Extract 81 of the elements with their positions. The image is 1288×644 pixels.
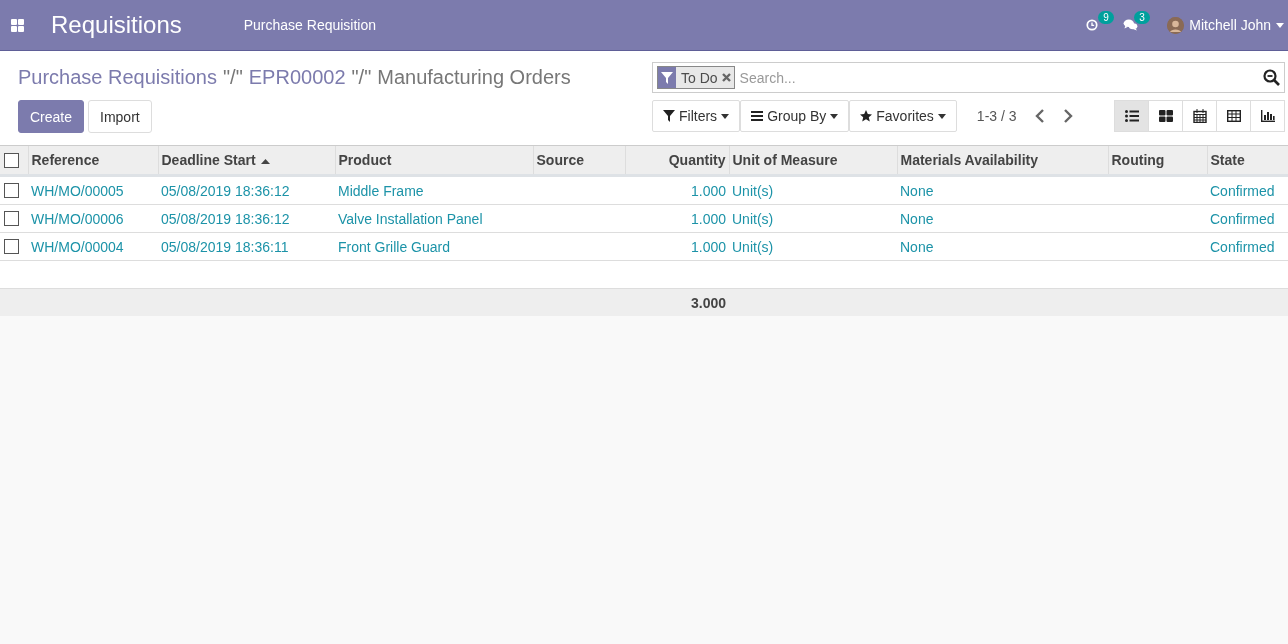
total-cell: 3.000 bbox=[625, 288, 729, 316]
table-cell: 05/08/2019 18:36:11 bbox=[158, 232, 335, 261]
list-view-button[interactable] bbox=[1114, 100, 1149, 132]
bar-chart-icon bbox=[1260, 109, 1275, 123]
column-header[interactable]: Quantity bbox=[625, 146, 729, 176]
calendar-view-button[interactable] bbox=[1182, 100, 1217, 132]
table-cell: Front Grille Guard bbox=[335, 232, 533, 261]
breadcrumb-separator: "/" bbox=[351, 66, 372, 89]
checkbox[interactable] bbox=[4, 183, 19, 198]
table-cell: 1.000 bbox=[625, 232, 729, 261]
pager-value: 1-3 / 3 bbox=[976, 108, 1017, 124]
close-icon[interactable] bbox=[721, 73, 731, 82]
sort-caret-icon bbox=[260, 158, 270, 164]
table-cell: Unit(s) bbox=[729, 175, 897, 205]
star-icon bbox=[860, 110, 873, 122]
column-header[interactable]: State bbox=[1207, 146, 1288, 176]
kanban-view-button[interactable] bbox=[1148, 100, 1183, 132]
table-cell: 1.000 bbox=[625, 175, 729, 205]
import-button[interactable]: Import bbox=[88, 100, 152, 133]
table-cell: Confirmed bbox=[1207, 204, 1288, 233]
table-cell: None bbox=[897, 204, 1108, 233]
menu-item[interactable]: Purchase Requisition bbox=[243, 17, 377, 33]
user-name: Mitchell John bbox=[1189, 17, 1271, 33]
breadcrumb-link[interactable]: EPR00002 bbox=[248, 66, 346, 89]
chat-bubbles-icon[interactable] bbox=[1122, 19, 1140, 31]
chevron-right-icon[interactable] bbox=[1062, 109, 1073, 123]
column-header[interactable]: Deadline Start bbox=[158, 146, 335, 176]
avatar-icon bbox=[1167, 16, 1185, 34]
activity-count-badge: 9 bbox=[1098, 11, 1114, 24]
user-menu[interactable]: Mitchell John bbox=[1167, 16, 1284, 34]
table-cell: WH/MO/00004 bbox=[28, 232, 158, 261]
table-cell: Confirmed bbox=[1207, 175, 1288, 205]
table-cell: None bbox=[897, 232, 1108, 261]
filter-icon bbox=[661, 71, 673, 84]
table-cell: 1.000 bbox=[625, 204, 729, 233]
column-header[interactable]: Unit of Measure bbox=[729, 146, 897, 176]
search-icon[interactable] bbox=[1263, 69, 1280, 86]
activity-clock-icon[interactable] bbox=[1086, 19, 1099, 31]
table-cell: Valve Installation Panel bbox=[335, 204, 533, 233]
table-cell: Unit(s) bbox=[729, 232, 897, 261]
table-cell: Unit(s) bbox=[729, 204, 897, 233]
group-dropdown[interactable]: Group By bbox=[740, 100, 850, 132]
column-header[interactable]: Reference bbox=[28, 146, 158, 176]
graph-view-button[interactable] bbox=[1250, 100, 1285, 132]
table-cell: None bbox=[897, 175, 1108, 205]
caret-icon bbox=[830, 113, 839, 119]
search-field[interactable]: To Do Search... bbox=[652, 62, 1285, 93]
caret-icon bbox=[721, 113, 730, 119]
chevron-left-icon[interactable] bbox=[1034, 109, 1045, 123]
filter-dropdown[interactable]: Filters bbox=[652, 100, 741, 132]
search-facet[interactable]: To Do bbox=[657, 66, 735, 89]
table-icon bbox=[1226, 109, 1241, 123]
filter-icon bbox=[663, 110, 675, 122]
table-cell: WH/MO/00005 bbox=[28, 175, 158, 205]
app-title: Requisitions bbox=[51, 11, 182, 39]
column-header[interactable]: Source bbox=[533, 146, 625, 176]
breadcrumb-current: Manufacturing Orders bbox=[377, 66, 571, 89]
checkbox[interactable] bbox=[4, 239, 19, 254]
favorite-dropdown[interactable]: Favorites bbox=[849, 100, 957, 132]
bars-icon bbox=[751, 110, 764, 122]
table-cell: 05/08/2019 18:36:12 bbox=[158, 204, 335, 233]
create-button[interactable]: Create bbox=[18, 100, 85, 133]
checkbox[interactable] bbox=[4, 211, 19, 226]
caret-icon bbox=[1276, 22, 1284, 28]
column-header[interactable]: Materials Availability bbox=[897, 146, 1108, 176]
checkbox[interactable] bbox=[4, 152, 19, 168]
list-icon bbox=[1124, 109, 1139, 123]
table-cell: WH/MO/00006 bbox=[28, 204, 158, 233]
grid-icon bbox=[1158, 109, 1173, 123]
breadcrumb-separator: "/" bbox=[223, 66, 243, 89]
calendar-icon bbox=[1192, 109, 1207, 123]
breadcrumb-link[interactable]: Purchase Requisitions bbox=[18, 66, 217, 89]
pivot-view-button[interactable] bbox=[1216, 100, 1251, 132]
apps-grid-icon[interactable] bbox=[11, 18, 24, 32]
column-header[interactable]: Product bbox=[335, 146, 533, 176]
table-cell: 05/08/2019 18:36:12 bbox=[158, 175, 335, 205]
table-cell: Middle Frame bbox=[335, 175, 533, 205]
message-count-badge: 3 bbox=[1134, 11, 1150, 24]
column-header[interactable]: Routing bbox=[1108, 146, 1207, 176]
table-cell: Confirmed bbox=[1207, 232, 1288, 261]
caret-icon bbox=[937, 113, 946, 119]
